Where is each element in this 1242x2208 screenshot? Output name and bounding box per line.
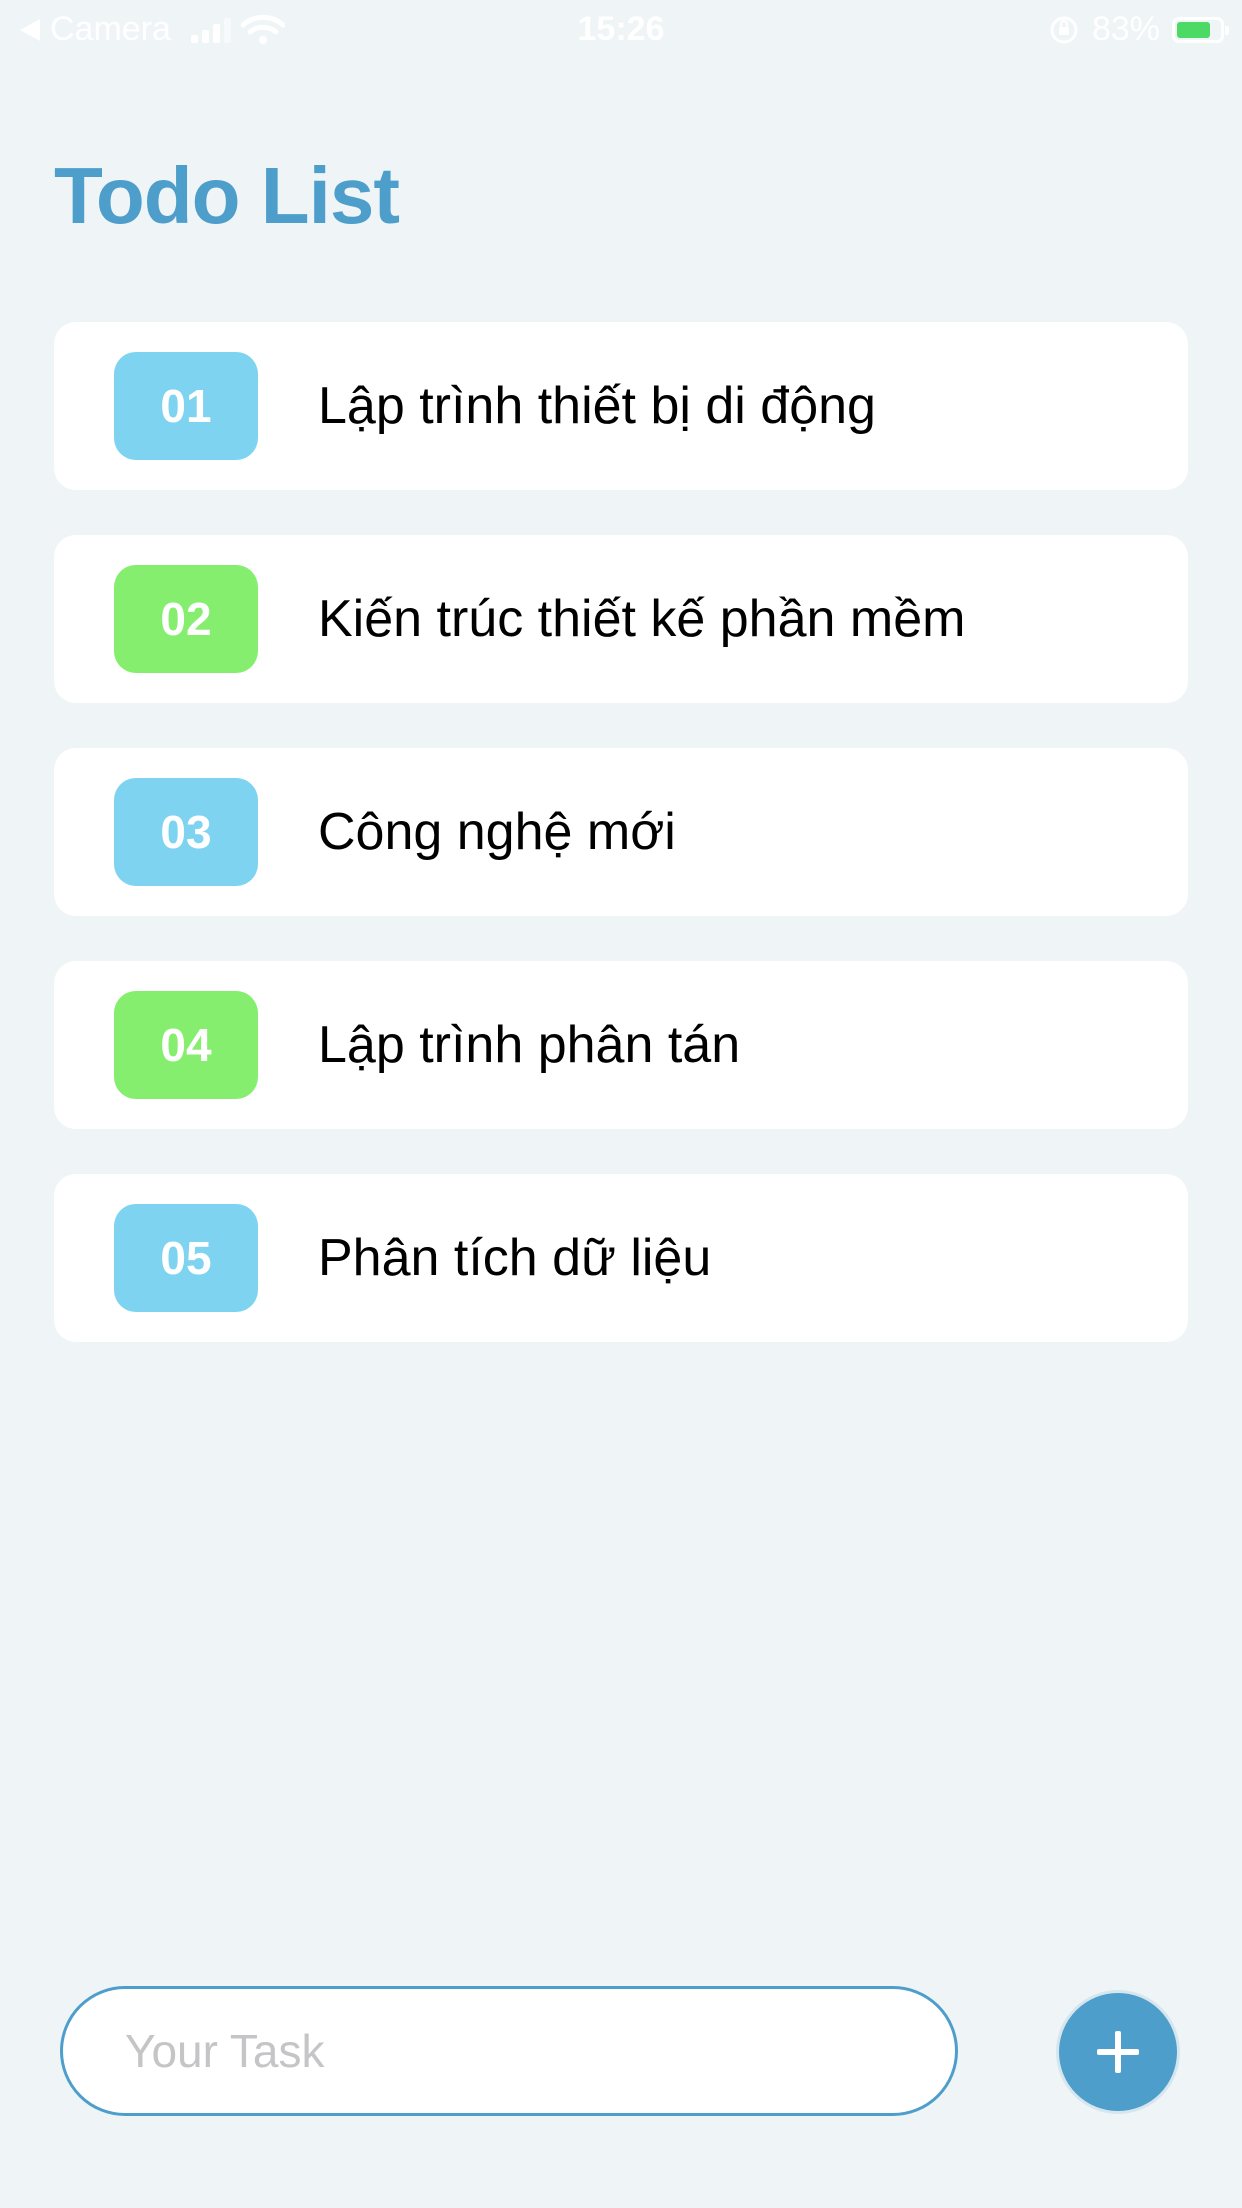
task-label: Lập trình phân tán <box>318 1016 741 1074</box>
task-list: 01 Lập trình thiết bị di động 02 Kiến tr… <box>54 322 1188 1387</box>
task-label: Phân tích dữ liệu <box>318 1229 712 1287</box>
task-number-badge: 03 <box>114 778 258 886</box>
new-task-row <box>60 1986 1180 2116</box>
task-label: Công nghệ mới <box>318 803 676 861</box>
task-item[interactable]: 04 Lập trình phân tán <box>54 961 1188 1129</box>
task-item[interactable]: 01 Lập trình thiết bị di động <box>54 322 1188 490</box>
add-task-button[interactable] <box>1056 1990 1180 2114</box>
task-item[interactable]: 03 Công nghệ mới <box>54 748 1188 916</box>
status-right: 83% <box>1048 10 1229 49</box>
battery-icon <box>1172 16 1229 43</box>
battery-percentage: 83% <box>1091 10 1160 48</box>
task-number-badge: 05 <box>114 1204 258 1312</box>
task-number-badge: 04 <box>114 991 258 1099</box>
status-bar: Camera 15:26 83% <box>0 0 1242 62</box>
task-label: Lập trình thiết bị di động <box>318 377 876 435</box>
orientation-lock-icon <box>1050 16 1078 43</box>
battery-level <box>1177 21 1210 38</box>
plus-icon <box>1097 2031 1139 2073</box>
page-title: Todo List <box>54 151 400 240</box>
task-number-badge: 01 <box>114 352 258 460</box>
task-input[interactable] <box>60 1986 958 2116</box>
task-item[interactable]: 02 Kiến trúc thiết kế phần mềm <box>54 535 1188 703</box>
task-label: Kiến trúc thiết kế phần mềm <box>318 590 966 648</box>
task-item[interactable]: 05 Phân tích dữ liệu <box>54 1174 1188 1342</box>
task-number-badge: 02 <box>114 565 258 673</box>
